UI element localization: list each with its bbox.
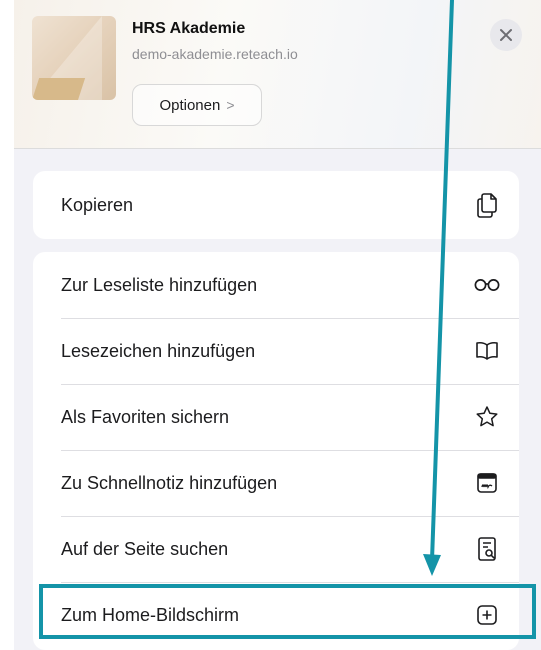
menu-item-label: Als Favoriten sichern bbox=[61, 406, 230, 427]
add-square-icon bbox=[474, 602, 500, 628]
menu-item-bookmark[interactable]: Lesezeichen hinzufügen bbox=[33, 318, 519, 384]
close-icon bbox=[500, 29, 512, 41]
copy-icon bbox=[474, 192, 500, 218]
menu-item-label: Zu Schnellnotiz hinzufügen bbox=[61, 472, 278, 493]
menu-group-actions: Zur Leseliste hinzufügen Lesezeichen hin… bbox=[33, 252, 519, 650]
quick-note-icon bbox=[474, 470, 500, 496]
share-sheet-header: HRS Akademie demo-akademie.reteach.io Op… bbox=[14, 0, 541, 149]
options-button[interactable]: Optionen > bbox=[132, 84, 262, 126]
find-in-page-icon bbox=[474, 536, 500, 562]
menu-item-label: Auf der Seite suchen bbox=[61, 538, 229, 559]
menu-item-kopieren[interactable]: Kopieren bbox=[33, 171, 519, 239]
close-button[interactable] bbox=[490, 19, 522, 51]
site-url: demo-akademie.reteach.io bbox=[132, 46, 298, 62]
chevron-right-icon: > bbox=[226, 97, 235, 113]
options-label: Optionen bbox=[159, 96, 221, 114]
site-title: HRS Akademie bbox=[132, 20, 246, 37]
menu-item-find-on-page[interactable]: Auf der Seite suchen bbox=[33, 516, 519, 582]
site-thumbnail bbox=[32, 16, 116, 100]
menu-item-add-to-home-screen[interactable]: Zum Home-Bildschirm bbox=[33, 582, 519, 648]
menu-group-copy: Kopieren bbox=[33, 171, 519, 239]
menu-item-favorites[interactable]: Als Favoriten sichern bbox=[33, 384, 519, 450]
share-sheet: HRS Akademie demo-akademie.reteach.io Op… bbox=[14, 0, 541, 650]
glasses-icon bbox=[474, 272, 500, 298]
menu-item-quick-note[interactable]: Zu Schnellnotiz hinzufügen bbox=[33, 450, 519, 516]
star-icon bbox=[474, 404, 500, 430]
menu-item-reading-list[interactable]: Zur Leseliste hinzufügen bbox=[33, 252, 519, 318]
menu-item-label: Lesezeichen hinzufügen bbox=[61, 340, 256, 361]
book-icon bbox=[474, 338, 500, 364]
menu-item-label: Kopieren bbox=[61, 194, 134, 215]
menu-item-label: Zur Leseliste hinzufügen bbox=[61, 274, 258, 295]
menu-item-label: Zum Home-Bildschirm bbox=[61, 604, 240, 625]
